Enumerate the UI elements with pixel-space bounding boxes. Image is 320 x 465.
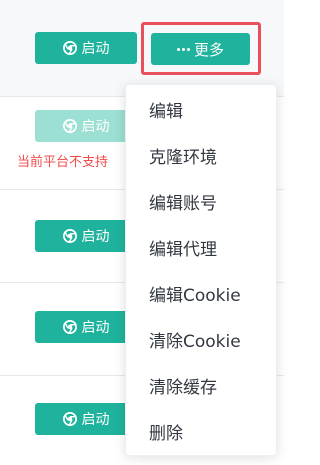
menu-item-edit[interactable]: 编辑: [126, 87, 276, 131]
chrome-icon: [62, 320, 77, 334]
chrome-icon: [62, 412, 77, 426]
start-button-label: 启动: [81, 412, 110, 428]
menu-item-delete[interactable]: 删除: [126, 409, 276, 453]
start-button[interactable]: 启动: [35, 32, 137, 64]
menu-item-clone-environment[interactable]: 克隆环境: [126, 133, 276, 177]
menu-item-clear-cache[interactable]: 清除缓存: [126, 363, 276, 407]
platform-unsupported-warning: 当前平台不支持: [17, 155, 109, 170]
start-button-label: 启动: [81, 320, 110, 336]
more-dropdown-menu: 编辑 克隆环境 编辑账号 编辑代理 编辑Cookie 清除Cookie 清除缓存…: [125, 84, 277, 456]
menu-item-edit-proxy[interactable]: 编辑代理: [126, 225, 276, 269]
start-button-label: 启动: [81, 119, 110, 135]
start-button-disabled[interactable]: 启动: [35, 110, 137, 142]
start-button[interactable]: 启动: [35, 403, 137, 435]
chrome-icon: [62, 119, 77, 133]
start-button-label: 启动: [81, 229, 110, 245]
start-button[interactable]: 启动: [35, 311, 137, 343]
menu-item-clear-cookie[interactable]: 清除Cookie: [126, 317, 276, 361]
highlight-box: [141, 22, 261, 75]
menu-item-edit-cookie[interactable]: 编辑Cookie: [126, 271, 276, 315]
start-button-label: 启动: [81, 41, 110, 57]
chrome-icon: [62, 41, 77, 55]
menu-item-edit-account[interactable]: 编辑账号: [126, 179, 276, 223]
start-button[interactable]: 启动: [35, 220, 137, 252]
chrome-icon: [62, 229, 77, 243]
